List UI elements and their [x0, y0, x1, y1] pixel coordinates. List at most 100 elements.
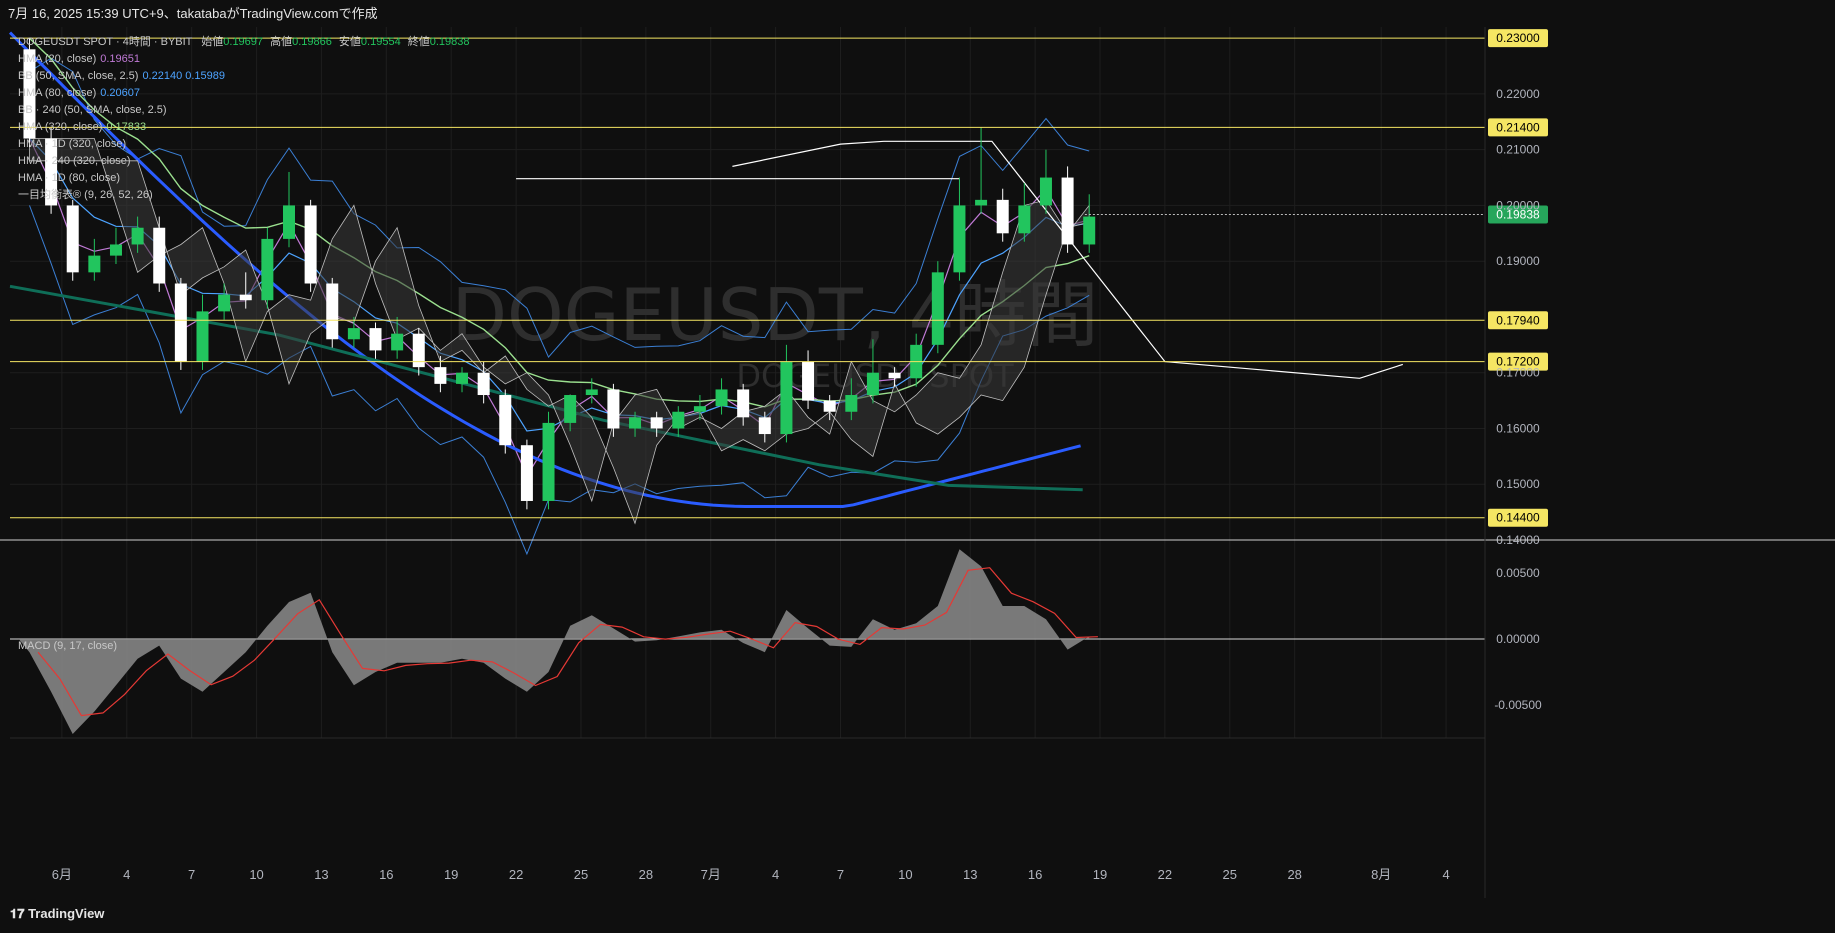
candle-body [585, 389, 598, 396]
candle-body [715, 389, 728, 407]
legend-high-value: 0.19866 [292, 36, 332, 48]
time-axis-tick: 28 [1287, 867, 1301, 882]
candle-body [629, 417, 642, 429]
macd-axis-tick: 0.00000 [1496, 632, 1540, 646]
candle-body [261, 238, 274, 301]
time-axis-tick: 8月 [1371, 867, 1391, 882]
candle-body [174, 283, 187, 362]
time-axis-tick: 7月 [701, 867, 721, 882]
legend-low-value: 0.19554 [360, 36, 401, 48]
time-axis-tick: 10 [898, 867, 912, 882]
legend-main-row[interactable]: DOGEUSDT SPOT · 4時間 · BYBIT 始値0.19697 高値… [18, 34, 470, 51]
legend-indicator-row[interactable]: 一目均衡表® (9, 26, 52, 26) [18, 187, 470, 204]
legend-indicator-value: 0.20607 [100, 87, 141, 99]
candle-body [931, 272, 944, 345]
time-axis-tick: 4 [1442, 867, 1449, 882]
legend-indicator-row[interactable]: HMA · 1D (80, close) [18, 170, 470, 187]
legend-indicator-row[interactable]: HMA (320, close) 0.17833 [18, 119, 470, 136]
price-axis-tick: 0.15000 [1496, 477, 1540, 491]
time-axis-tick: 4 [123, 867, 130, 882]
time-axis-tick: 13 [314, 867, 328, 882]
time-axis-tick: 16 [379, 867, 393, 882]
time-axis-tick: 13 [963, 867, 977, 882]
time-axis-tick: 22 [509, 867, 523, 882]
candle-body [650, 417, 663, 429]
candle-body [802, 361, 815, 401]
candle-body [1018, 205, 1031, 234]
legend-low-label: 安値 [338, 36, 361, 48]
price-axis-tick: 0.20000 [1496, 198, 1540, 212]
legend-close-label: 終値 [407, 36, 430, 48]
candle-body [239, 294, 252, 301]
candle-body [1039, 177, 1052, 206]
indicator-legend: DOGEUSDT SPOT · 4時間 · BYBIT 始値0.19697 高値… [18, 34, 470, 204]
time-axis-tick: 28 [639, 867, 653, 882]
price-axis-tick: 0.22000 [1496, 87, 1540, 101]
macd-axis-tick: 0.00500 [1496, 566, 1540, 580]
time-axis-tick: 7 [837, 867, 844, 882]
time-axis-tick: 7 [188, 867, 195, 882]
legend-symbol: DOGEUSDT SPOT · 4時間 · BYBIT [18, 36, 193, 48]
price-level-tag-label: 0.23000 [1496, 31, 1540, 45]
candle-body [196, 311, 209, 362]
candle-body [218, 294, 231, 312]
legend-indicator-value: 0.19651 [100, 53, 141, 65]
legend-open-value: 0.19697 [223, 36, 264, 48]
candle-body [975, 199, 988, 206]
candle-body [780, 361, 793, 435]
legend-indicator-label: HMA (80, close) [18, 87, 97, 99]
time-axis-tick: 10 [249, 867, 263, 882]
tradingview-logo-text: TradingView [28, 906, 105, 921]
macd-axis-tick: -0.00500 [1494, 698, 1542, 712]
legend-open-label: 始値 [201, 36, 224, 48]
legend-indicator-label: BB (50, SMA, close, 2.5) [18, 70, 139, 82]
candle-body [434, 367, 447, 384]
legend-indicator-value: 0.22140 0.15989 [142, 70, 226, 82]
candle-body [131, 227, 144, 245]
price-axis-tick: 0.19000 [1496, 254, 1540, 268]
candle-body [866, 372, 879, 396]
candle-body [282, 205, 295, 239]
time-axis-tick: 22 [1158, 867, 1172, 882]
candle-body [347, 328, 360, 340]
candle-body [693, 406, 706, 412]
legend-indicator-row[interactable]: HMA (20, close) 0.19651 [18, 51, 470, 68]
legend-close-value: 0.19838 [429, 36, 470, 48]
legend-indicator-label: HMA (320, close) [18, 121, 103, 133]
candle-body [564, 395, 577, 423]
candle-body [542, 422, 555, 501]
time-axis-tick: 19 [1093, 867, 1107, 882]
legend-indicator-row[interactable]: BB (50, SMA, close, 2.5) 0.22140 0.15989 [18, 68, 470, 85]
candle-body [607, 389, 620, 429]
legend-indicator-row[interactable]: HMA · 240 (320, close) [18, 153, 470, 170]
candle-body [996, 199, 1009, 234]
candle-body [737, 389, 750, 418]
time-axis-tick: 19 [444, 867, 458, 882]
time-axis-tick: 25 [574, 867, 588, 882]
candle-body [1061, 177, 1074, 245]
candle-body [1083, 216, 1096, 245]
candle-body [888, 372, 901, 379]
candle-body [499, 395, 512, 446]
legend-indicator-label: HMA · 240 (320, close) [18, 155, 131, 167]
time-axis-tick: 16 [1028, 867, 1042, 882]
legend-indicator-row[interactable]: BB · 240 (50, SMA, close, 2.5) [18, 102, 470, 119]
legend-indicator-label: 一目均衡表® (9, 26, 52, 26) [18, 189, 153, 201]
candle-body [66, 205, 79, 273]
tradingview-logo-icon: 𝟏𝟕 [10, 906, 29, 921]
candle-body [953, 205, 966, 273]
price-level-tag-label: 0.14400 [1496, 511, 1540, 525]
tradingview-logo[interactable]: 𝟏𝟕 TradingView [10, 906, 104, 922]
candle-body [369, 328, 382, 351]
legend-indicator-value: 0.17833 [106, 121, 147, 133]
legend-indicator-row[interactable]: HMA (80, close) 0.20607 [18, 85, 470, 102]
time-axis-tick: 4 [772, 867, 779, 882]
macd-label[interactable]: MACD (9, 17, close) [18, 640, 117, 652]
price-level-tag-label: 0.21400 [1496, 120, 1540, 134]
time-axis-tick: 6月 [52, 867, 72, 882]
legend-indicator-row[interactable]: HMA · 1D (320, close) [18, 136, 470, 153]
candle-body [153, 227, 166, 284]
candle-body [520, 445, 533, 501]
candle-body [391, 333, 404, 351]
candle-body [412, 333, 425, 368]
